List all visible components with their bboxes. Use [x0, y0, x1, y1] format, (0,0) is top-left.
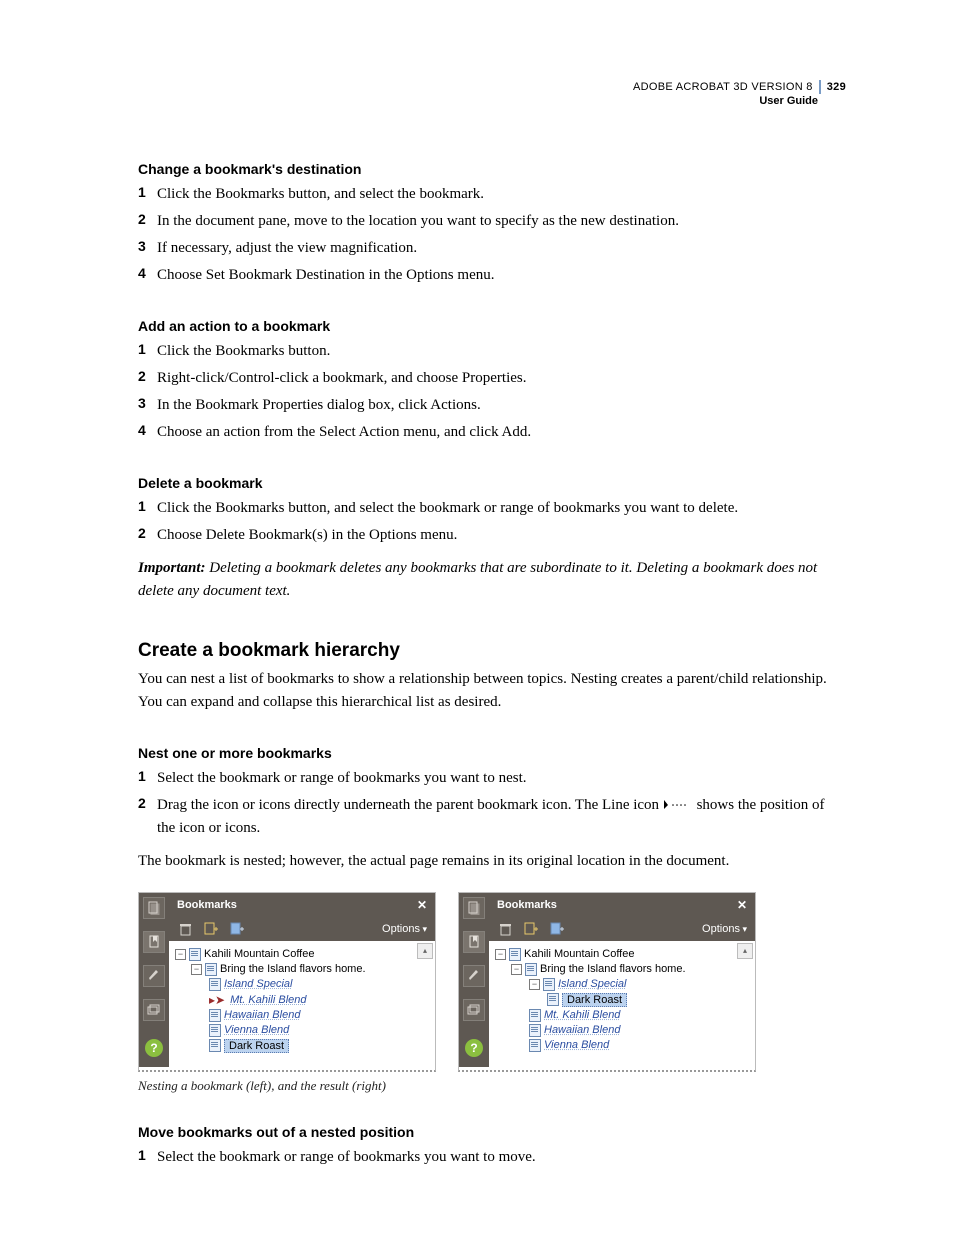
- line-position-icon: [663, 799, 693, 811]
- page-number: 329: [819, 80, 846, 94]
- bookmark-item[interactable]: Hawaiian Blend: [173, 1008, 431, 1023]
- pages-icon[interactable]: [143, 897, 165, 919]
- drag-indicator-icon: ▸➤: [209, 993, 227, 1007]
- important-note: Important: Deleting a bookmark deletes a…: [138, 557, 846, 602]
- signatures-icon[interactable]: [463, 965, 485, 987]
- subhead-move-out: Move bookmarks out of a nested position: [138, 1124, 846, 1140]
- panel-toolbar: Options: [489, 917, 755, 941]
- panel-titlebar: Bookmarks ✕: [489, 893, 755, 917]
- navigation-rail: ?: [139, 893, 169, 1067]
- bookmark-item[interactable]: Island Special: [173, 977, 431, 992]
- step: 2Choose Delete Bookmark(s) in the Option…: [138, 524, 846, 547]
- scroll-up-icon[interactable]: ▴: [737, 943, 753, 959]
- intro-paragraph: You can nest a list of bookmarks to show…: [138, 668, 846, 715]
- step: 2Right-click/Control-click a bookmark, a…: [138, 367, 846, 390]
- step: 3In the Bookmark Properties dialog box, …: [138, 394, 846, 417]
- step: 1Select the bookmark or range of bookmar…: [138, 767, 846, 790]
- signatures-icon[interactable]: [143, 965, 165, 987]
- expand-bookmark-icon[interactable]: [549, 921, 565, 937]
- bookmark-item-dragging[interactable]: ▸➤Mt. Kahili Blend: [173, 992, 431, 1008]
- close-icon[interactable]: ✕: [417, 898, 427, 912]
- bookmarks-panel-after: ? Bookmarks ✕ Options: [458, 892, 756, 1072]
- close-icon[interactable]: ✕: [737, 898, 747, 912]
- help-icon[interactable]: ?: [465, 1039, 483, 1057]
- bookmark-item[interactable]: −Bring the Island flavors home.: [173, 962, 431, 977]
- step: 1Click the Bookmarks button.: [138, 340, 846, 363]
- panel-toolbar: Options: [169, 917, 435, 941]
- bookmark-item-selected[interactable]: Dark Roast: [173, 1038, 431, 1054]
- step: 2In the document pane, move to the locat…: [138, 210, 846, 233]
- bookmark-item[interactable]: Vienna Blend: [493, 1038, 751, 1053]
- running-header: ADOBE ACROBAT 3D VERSION 8329 User Guide: [138, 80, 846, 109]
- new-bookmark-icon[interactable]: [203, 921, 219, 937]
- step: 4Choose an action from the Select Action…: [138, 421, 846, 444]
- step: 3If necessary, adjust the view magnifica…: [138, 237, 846, 260]
- step: 1Click the Bookmarks button, and select …: [138, 497, 846, 520]
- panel-titlebar: Bookmarks ✕: [169, 893, 435, 917]
- pages-icon[interactable]: [463, 897, 485, 919]
- bookmark-item[interactable]: Mt. Kahili Blend: [493, 1008, 751, 1023]
- options-menu[interactable]: Options: [702, 923, 747, 935]
- navigation-rail: ?: [459, 893, 489, 1067]
- subhead-add-action: Add an action to a bookmark: [138, 318, 846, 334]
- bookmark-tree: ▴ −Kahili Mountain Coffee −Bring the Isl…: [489, 941, 755, 1067]
- figure-caption: Nesting a bookmark (left), and the resul…: [138, 1078, 846, 1094]
- expand-bookmark-icon[interactable]: [229, 921, 245, 937]
- bookmark-item[interactable]: Vienna Blend: [173, 1023, 431, 1038]
- bookmark-item[interactable]: −Kahili Mountain Coffee: [173, 947, 431, 962]
- layers-icon[interactable]: [463, 999, 485, 1021]
- trash-icon[interactable]: [177, 921, 193, 937]
- bookmarks-panel-before: ? Bookmarks ✕ Options: [138, 892, 436, 1072]
- bookmark-item[interactable]: −Kahili Mountain Coffee: [493, 947, 751, 962]
- bookmark-tree: ▴ −Kahili Mountain Coffee −Bring the Isl…: [169, 941, 435, 1067]
- bookmark-item-selected[interactable]: Dark Roast: [493, 992, 751, 1008]
- new-bookmark-icon[interactable]: [523, 921, 539, 937]
- bookmarks-icon[interactable]: [143, 931, 165, 953]
- heading-create-hierarchy: Create a bookmark hierarchy: [138, 640, 846, 662]
- step: 4Choose Set Bookmark Destination in the …: [138, 264, 846, 287]
- result-paragraph: The bookmark is nested; however, the act…: [138, 850, 846, 873]
- subhead-delete-bookmark: Delete a bookmark: [138, 475, 846, 491]
- scroll-up-icon[interactable]: ▴: [417, 943, 433, 959]
- help-icon[interactable]: ?: [145, 1039, 163, 1057]
- step: 2 Drag the icon or icons directly undern…: [138, 794, 846, 841]
- bookmark-item[interactable]: −Bring the Island flavors home.: [493, 962, 751, 977]
- bookmarks-icon[interactable]: [463, 931, 485, 953]
- layers-icon[interactable]: [143, 999, 165, 1021]
- step: 1Click the Bookmarks button, and select …: [138, 183, 846, 206]
- subhead-nest-bookmarks: Nest one or more bookmarks: [138, 745, 846, 761]
- subhead-change-destination: Change a bookmark's destination: [138, 161, 846, 177]
- options-menu[interactable]: Options: [382, 923, 427, 935]
- step: 1Select the bookmark or range of bookmar…: [138, 1146, 846, 1169]
- bookmark-item[interactable]: Hawaiian Blend: [493, 1023, 751, 1038]
- bookmark-item[interactable]: −Island Special: [493, 977, 751, 992]
- trash-icon[interactable]: [497, 921, 513, 937]
- figure-panels: ? Bookmarks ✕ Options: [138, 892, 846, 1072]
